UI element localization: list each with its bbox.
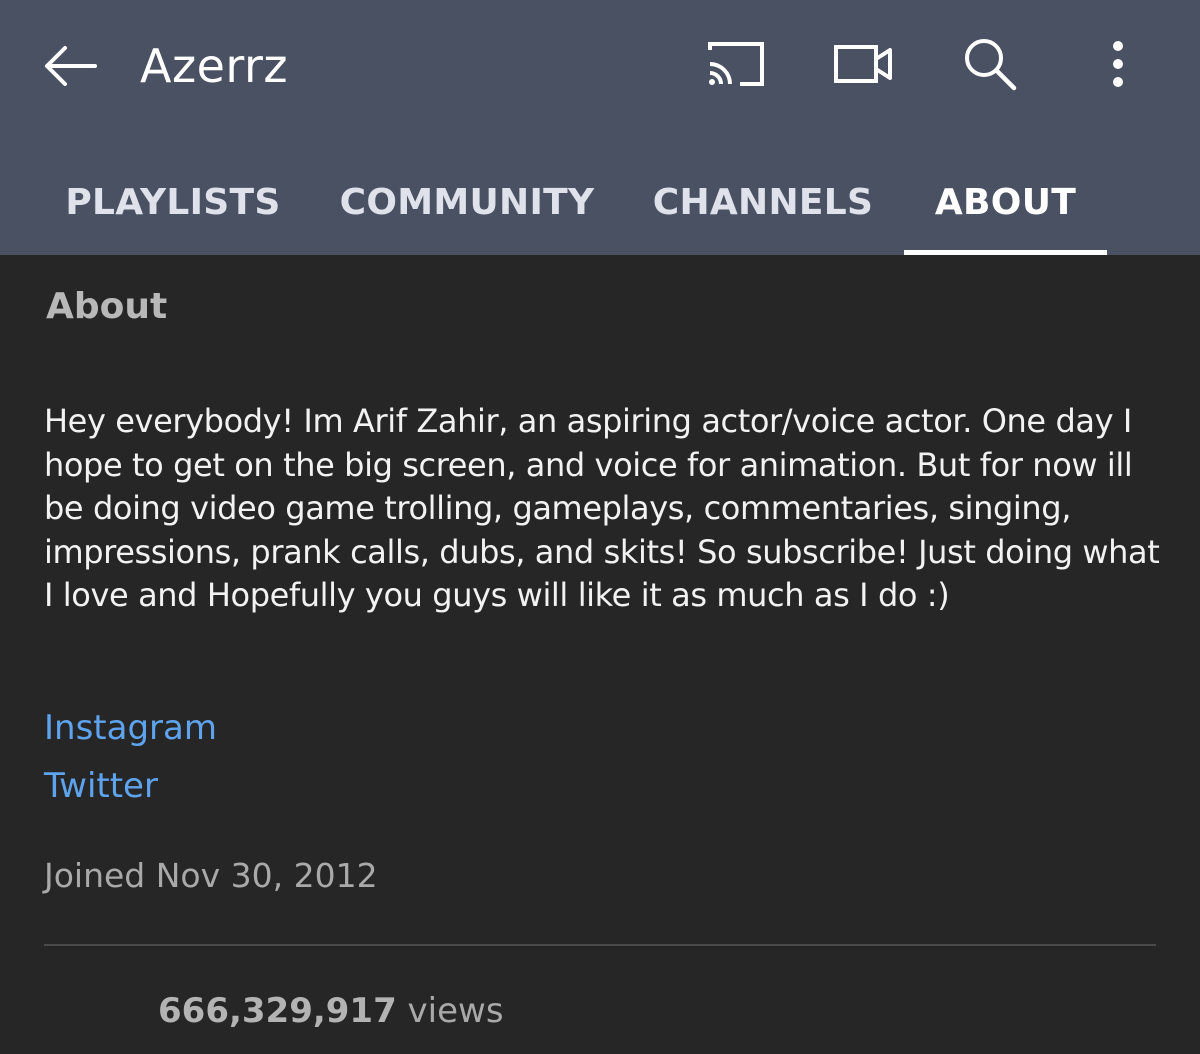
active-tab-indicator (904, 250, 1107, 255)
search-button[interactable] (954, 32, 1026, 96)
view-count-suffix: views (396, 991, 504, 1031)
tab-channels[interactable]: CHANNELS (636, 150, 890, 255)
app-bar: Azerrz PLAYLISTS COMMUNITY CHANNELS ABOU… (0, 0, 1200, 255)
arrow-left-icon (45, 46, 97, 86)
create-video-button[interactable] (828, 32, 900, 96)
video-camera-icon (834, 45, 892, 83)
more-options-button[interactable] (1082, 32, 1154, 96)
view-count-number: 666,329,917 (158, 991, 397, 1031)
channel-tabs: PLAYLISTS COMMUNITY CHANNELS ABOUT (0, 150, 1200, 255)
view-count: 666,329,917 views (158, 988, 504, 1034)
instagram-link[interactable]: Instagram (44, 706, 217, 750)
search-icon (965, 39, 1017, 91)
cast-icon (708, 42, 764, 86)
tab-playlists[interactable]: PLAYLISTS (44, 150, 302, 255)
cast-button[interactable] (700, 32, 772, 96)
about-heading: About (46, 286, 168, 327)
channel-description: Hey everybody! Im Arif Zahir, an aspirin… (44, 402, 1160, 614)
tab-community[interactable]: COMMUNITY (322, 150, 612, 255)
twitter-link[interactable]: Twitter (44, 764, 158, 808)
divider (44, 944, 1156, 946)
joined-date: Joined Nov 30, 2012 (44, 856, 378, 895)
back-button[interactable] (36, 32, 104, 100)
tab-about[interactable]: ABOUT (904, 150, 1107, 255)
more-vertical-icon (1113, 41, 1123, 87)
channel-title: Azerrz (140, 39, 289, 93)
